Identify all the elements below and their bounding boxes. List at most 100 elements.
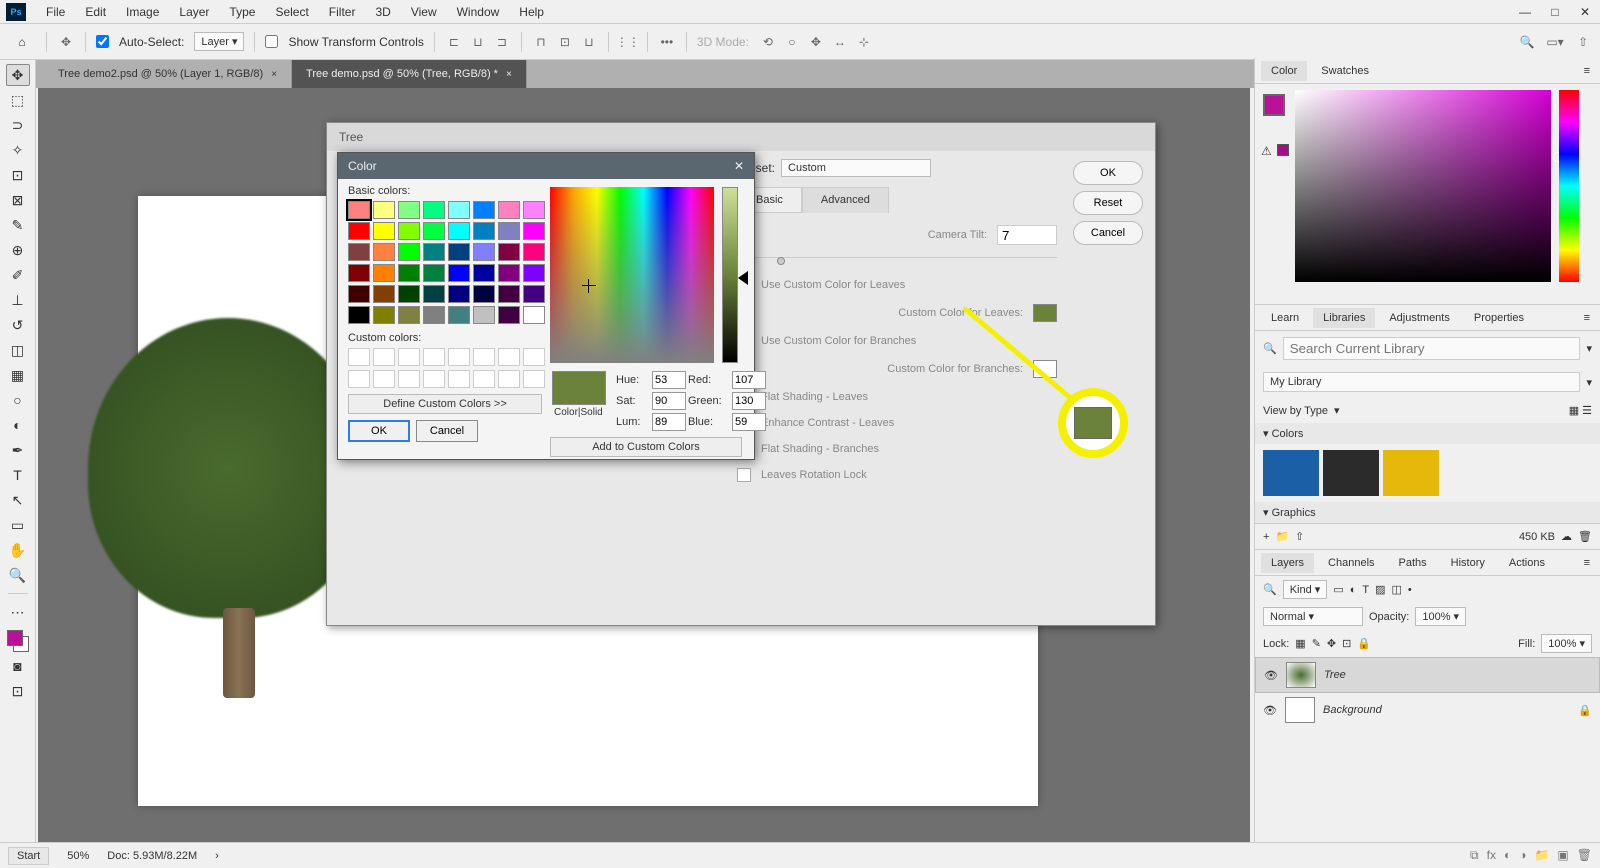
library-select[interactable]: My Library <box>1263 372 1580 392</box>
zoom-level[interactable]: 50% <box>67 850 89 862</box>
tab-tree-demo2[interactable]: Tree demo2.psd @ 50% (Layer 1, RGB/8)× <box>44 60 292 88</box>
trash-icon[interactable]: 🗑 <box>1578 530 1592 543</box>
panel-menu-icon[interactable]: ≡ <box>1574 61 1600 81</box>
branch-color-swatch[interactable] <box>1033 360 1057 378</box>
palette-swatch[interactable] <box>523 264 545 282</box>
menu-3d[interactable]: 3D <box>365 5 400 19</box>
layers-tab[interactable]: Layers <box>1261 553 1314 573</box>
palette-swatch[interactable] <box>523 243 545 261</box>
menu-image[interactable]: Image <box>116 5 169 19</box>
libraries-tab[interactable]: Libraries <box>1313 308 1375 328</box>
autoselect-dropdown[interactable]: Layer ▾ <box>194 32 244 51</box>
mask-icon[interactable]: ◐ <box>1504 848 1511 863</box>
menu-edit[interactable]: Edit <box>75 5 116 19</box>
close-button[interactable]: ✕ <box>1570 2 1600 22</box>
palette-swatch[interactable] <box>373 222 395 240</box>
actions-tab[interactable]: Actions <box>1499 553 1555 573</box>
palette-swatch[interactable] <box>448 264 470 282</box>
blue-input[interactable] <box>732 413 766 431</box>
palette-swatch[interactable] <box>498 222 520 240</box>
opacity-input[interactable]: 100% ▾ <box>1415 607 1466 626</box>
color-ok-button[interactable]: OK <box>348 420 410 442</box>
color-panel-tab[interactable]: Color <box>1261 61 1307 81</box>
palette-swatch[interactable] <box>423 264 445 282</box>
more-icon[interactable]: ••• <box>658 33 676 51</box>
menu-filter[interactable]: Filter <box>319 5 366 19</box>
layer-background[interactable]: 👁 Background 🔒 <box>1255 693 1600 727</box>
palette-swatch[interactable] <box>473 243 495 261</box>
palette-swatch[interactable] <box>398 264 420 282</box>
palette-swatch[interactable] <box>423 243 445 261</box>
palette-swatch[interactable] <box>423 222 445 240</box>
palette-swatch[interactable] <box>423 306 445 324</box>
menu-type[interactable]: Type <box>219 5 265 19</box>
color-field[interactable] <box>1295 90 1551 282</box>
palette-swatch[interactable] <box>423 201 445 219</box>
lock-pixels-icon[interactable]: ▦ <box>1295 637 1305 650</box>
preset-dropdown[interactable]: Custom <box>781 159 931 177</box>
palette-swatch[interactable] <box>398 201 420 219</box>
visibility-icon[interactable]: 👁 <box>1264 669 1278 682</box>
tab-tree-demo[interactable]: Tree demo.psd @ 50% (Tree, RGB/8) *× <box>292 60 527 88</box>
palette-swatch[interactable] <box>423 285 445 303</box>
green-input[interactable] <box>732 392 766 410</box>
transform-checkbox[interactable] <box>265 35 278 48</box>
palette-swatch[interactable] <box>523 285 545 303</box>
palette-swatch[interactable] <box>398 243 420 261</box>
lock-pos-icon[interactable]: ✥ <box>1327 637 1336 650</box>
add-lib-icon[interactable]: + <box>1263 531 1269 543</box>
share-icon[interactable]: ⇧ <box>1574 33 1592 51</box>
palette-swatch[interactable] <box>523 306 545 324</box>
align-mid-icon[interactable]: ⊡ <box>556 33 574 51</box>
palette-swatch[interactable] <box>498 264 520 282</box>
hue-slider[interactable] <box>1559 90 1579 282</box>
adjust-icon[interactable]: ◑ <box>1519 848 1526 863</box>
history-tab[interactable]: History <box>1441 553 1495 573</box>
lock-all-icon[interactable]: 🔒 <box>1357 637 1371 650</box>
leaves-color-swatch[interactable] <box>1033 304 1057 322</box>
workspace-icon[interactable]: ▭▾ <box>1546 33 1564 51</box>
menu-view[interactable]: View <box>401 5 447 19</box>
menu-file[interactable]: File <box>36 5 75 19</box>
camtilt-slider[interactable] <box>777 257 785 265</box>
layer-tree[interactable]: 👁 Tree <box>1255 657 1600 693</box>
luminosity-arrow[interactable] <box>738 271 748 285</box>
palette-swatch[interactable] <box>373 243 395 261</box>
lib-color-2[interactable] <box>1323 450 1379 496</box>
ok-button[interactable]: OK <box>1073 161 1143 185</box>
close-icon[interactable]: × <box>271 69 277 80</box>
move-tool[interactable]: ✥ <box>6 64 30 86</box>
fill-input[interactable]: 100% ▾ <box>1541 634 1592 653</box>
sat-input[interactable] <box>652 392 686 410</box>
menu-layer[interactable]: Layer <box>169 5 219 19</box>
close-icon[interactable]: ✕ <box>734 159 744 173</box>
swatch-icon[interactable] <box>1277 144 1289 156</box>
properties-tab[interactable]: Properties <box>1464 308 1534 328</box>
palette-swatch[interactable] <box>373 306 395 324</box>
newlayer-icon[interactable]: ▣ <box>1557 848 1568 863</box>
autoselect-checkbox[interactable] <box>96 35 109 48</box>
palette-swatch[interactable] <box>498 201 520 219</box>
lock-brush-icon[interactable]: ✎ <box>1312 637 1321 650</box>
search-icon[interactable]: 🔍 <box>1518 33 1536 51</box>
fx-icon[interactable]: fx <box>1487 848 1496 863</box>
upload-icon[interactable]: ⇧ <box>1295 530 1304 543</box>
red-input[interactable] <box>732 371 766 389</box>
start-button[interactable]: Start <box>8 847 49 865</box>
align-bot-icon[interactable]: ⊔ <box>580 33 598 51</box>
hue-input[interactable] <box>652 371 686 389</box>
camtilt-input[interactable] <box>997 225 1057 245</box>
tab-advanced[interactable]: Advanced <box>802 187 889 213</box>
align-center-icon[interactable]: ⊔ <box>469 33 487 51</box>
palette-swatch[interactable] <box>473 264 495 282</box>
lib-color-3[interactable] <box>1383 450 1439 496</box>
palette-swatch[interactable] <box>348 222 370 240</box>
palette-swatch[interactable] <box>523 201 545 219</box>
palette-swatch[interactable] <box>373 264 395 282</box>
menu-select[interactable]: Select <box>265 5 318 19</box>
adjustments-tab[interactable]: Adjustments <box>1379 308 1460 328</box>
palette-swatch[interactable] <box>498 243 520 261</box>
menu-window[interactable]: Window <box>447 5 510 19</box>
palette-swatch[interactable] <box>348 306 370 324</box>
palette-swatch[interactable] <box>448 306 470 324</box>
